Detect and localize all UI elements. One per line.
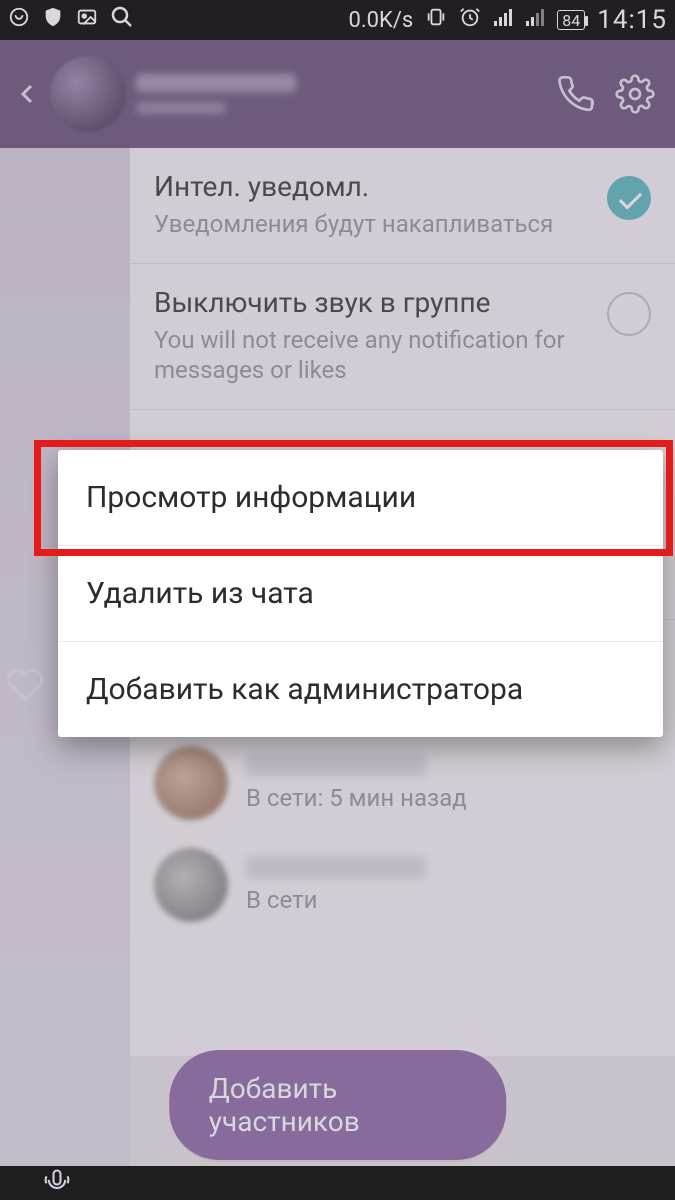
voice-icon[interactable] bbox=[40, 1167, 74, 1199]
system-nav-bar bbox=[0, 1166, 675, 1200]
menu-remove-from-chat[interactable]: Удалить из чата bbox=[58, 545, 663, 641]
menu-view-info[interactable]: Просмотр информации bbox=[58, 450, 663, 545]
context-menu: Просмотр информации Удалить из чата Доба… bbox=[58, 450, 663, 737]
menu-add-as-admin[interactable]: Добавить как администратора bbox=[58, 641, 663, 737]
